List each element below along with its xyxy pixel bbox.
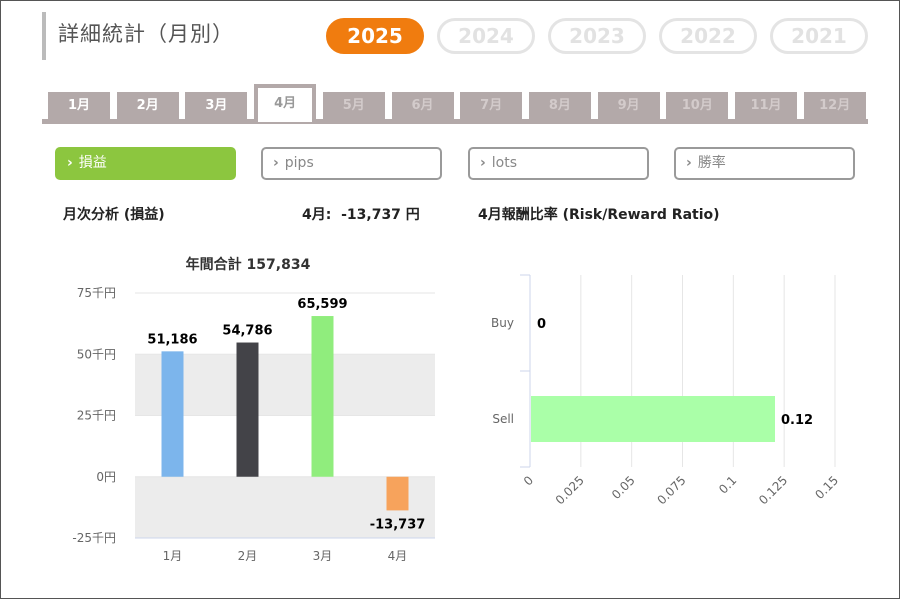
category-label: Sell bbox=[492, 412, 514, 426]
x-tick-label: 0.15 bbox=[812, 473, 841, 502]
metric-button-profit[interactable]: › 損益 bbox=[55, 147, 236, 180]
x-tick-label: 0.1 bbox=[716, 473, 739, 496]
bar bbox=[236, 342, 259, 477]
data-label: 0 bbox=[537, 317, 546, 332]
tab-month-7: 7月 bbox=[460, 92, 523, 120]
chevron-right-icon: › bbox=[273, 155, 279, 171]
chevron-right-icon: › bbox=[480, 155, 486, 171]
y-tick-labels: 75千円 50千円 25千円 0円 -25千円 bbox=[72, 286, 116, 545]
tab-month-4[interactable]: 4月 bbox=[254, 84, 317, 122]
x-tick-labels: 1月 2月 3月 4月 bbox=[163, 549, 408, 563]
tab-month-6: 6月 bbox=[391, 92, 454, 120]
data-label: 54,786 bbox=[222, 324, 272, 339]
bar bbox=[161, 351, 184, 477]
bar bbox=[531, 396, 775, 442]
y-tick-label: 0円 bbox=[96, 470, 116, 484]
bar bbox=[386, 476, 409, 511]
x-tick-label: 0.025 bbox=[553, 473, 587, 507]
metric-label: 損益 bbox=[78, 155, 107, 171]
bar bbox=[311, 316, 334, 477]
chart-title: 年間合計 157,834 bbox=[186, 256, 311, 273]
year-button-2023[interactable]: 2023 bbox=[548, 18, 646, 54]
metric-button-winrate[interactable]: › 勝率 bbox=[674, 147, 855, 180]
risk-reward-heading: 4月報酬比率 (Risk/Reward Ratio) bbox=[478, 207, 720, 223]
x-tick-label: 1月 bbox=[163, 549, 183, 563]
data-label: 0.12 bbox=[781, 413, 813, 428]
x-tick-label: 0 bbox=[521, 473, 536, 488]
data-label: 51,186 bbox=[147, 332, 197, 347]
tab-month-8: 8月 bbox=[528, 92, 591, 120]
data-label: 65,599 bbox=[297, 297, 347, 312]
tab-month-9: 9月 bbox=[597, 92, 660, 120]
metric-label: 勝率 bbox=[697, 155, 726, 171]
bars bbox=[531, 396, 775, 442]
monthly-analysis-heading: 月次分析 (損益) bbox=[63, 207, 165, 223]
page-title-block: 詳細統計（月別） bbox=[42, 12, 234, 60]
year-button-2024[interactable]: 2024 bbox=[437, 18, 535, 54]
metric-label: lots bbox=[491, 155, 518, 171]
year-button-2022[interactable]: 2022 bbox=[659, 18, 757, 54]
chevron-right-icon: › bbox=[67, 155, 73, 171]
x-tick-label: 0.075 bbox=[654, 473, 688, 507]
y-tick-label: 50千円 bbox=[77, 347, 116, 361]
metric-button-pips[interactable]: › pips bbox=[261, 147, 442, 180]
tab-month-3[interactable]: 3月 bbox=[185, 92, 248, 120]
category-label: Buy bbox=[491, 316, 514, 330]
x-tick-label: 3月 bbox=[313, 549, 333, 563]
metric-label: pips bbox=[284, 155, 314, 171]
year-button-2021[interactable]: 2021 bbox=[770, 18, 868, 54]
page-title: 詳細統計（月別） bbox=[58, 22, 234, 46]
tab-month-5: 5月 bbox=[322, 92, 385, 120]
year-button-2025[interactable]: 2025 bbox=[326, 18, 424, 54]
tab-month-10: 10月 bbox=[666, 92, 729, 120]
month-tabs: 1月 2月 3月 4月 5月 6月 7月 8月 9月 10月 11月 12月 bbox=[42, 84, 868, 124]
x-tick-label: 0.05 bbox=[609, 473, 638, 502]
chevron-right-icon: › bbox=[686, 155, 692, 171]
tab-month-1[interactable]: 1月 bbox=[48, 92, 110, 120]
tab-month-2[interactable]: 2月 bbox=[116, 92, 179, 120]
category-labels: Buy Sell bbox=[491, 316, 514, 426]
tab-month-12: 12月 bbox=[803, 92, 866, 120]
x-tick-label: 2月 bbox=[238, 549, 258, 563]
current-month-value: 4月: -13,737 円 bbox=[302, 207, 420, 223]
y-tick-label: -25千円 bbox=[72, 531, 116, 545]
risk-reward-chart: 0 0.12 Buy Sell 0 0.025 0.05 0.075 0.1 0.125 0.1… bbox=[491, 274, 841, 507]
metric-button-lots[interactable]: › lots bbox=[468, 147, 649, 180]
y-tick-label: 75千円 bbox=[77, 286, 116, 300]
data-label: -13,737 bbox=[370, 517, 426, 532]
y-tick-label: 25千円 bbox=[77, 409, 116, 423]
tab-month-11: 11月 bbox=[735, 92, 797, 120]
x-tick-labels: 0 0.025 0.05 0.075 0.1 0.125 0.15 bbox=[521, 473, 841, 507]
monthly-profit-chart: 51,186 54,786 65,599 -13,737 75千円 50千円 25千円 0円… bbox=[72, 256, 435, 563]
x-tick-label: 4月 bbox=[388, 549, 408, 563]
x-tick-label: 0.125 bbox=[756, 473, 790, 507]
